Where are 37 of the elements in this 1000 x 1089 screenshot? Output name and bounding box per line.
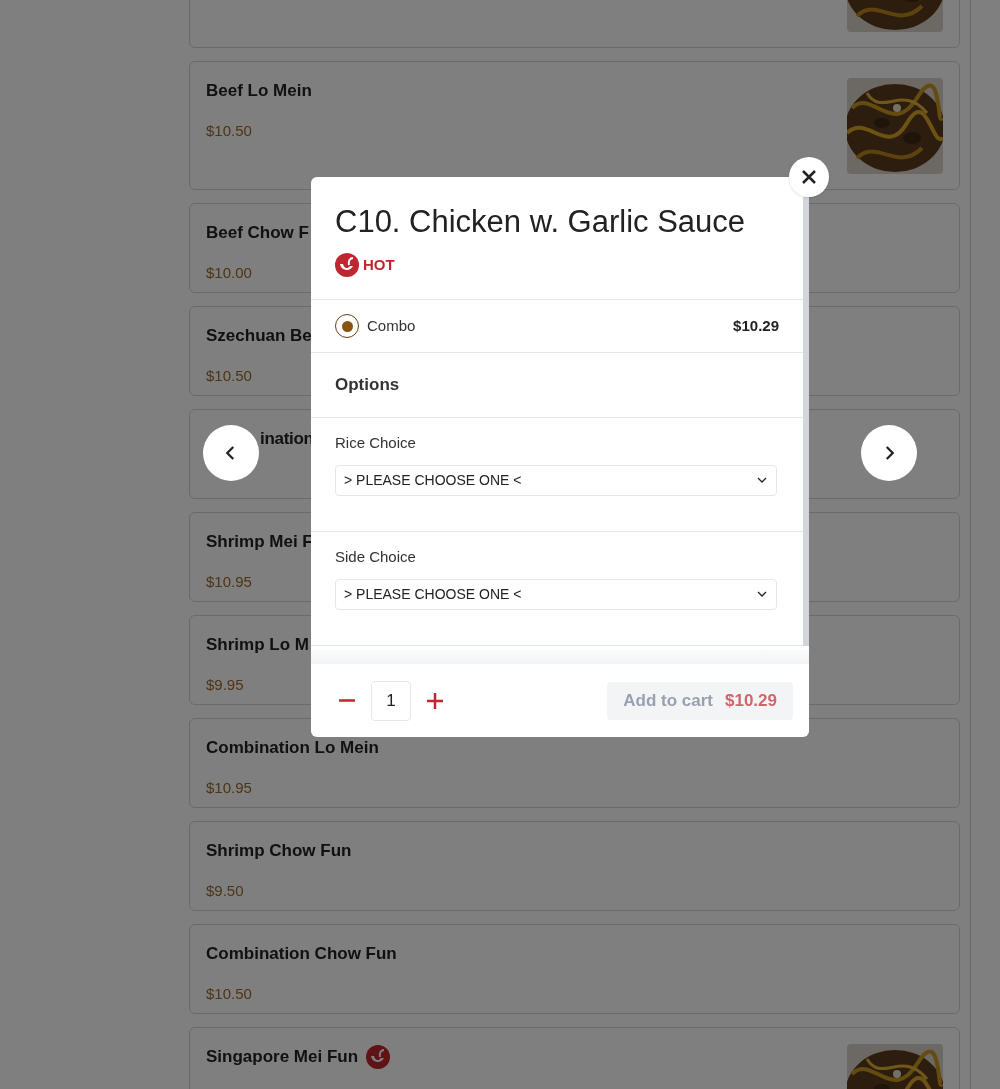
chili-icon bbox=[335, 253, 359, 277]
dish-name: Shrimp Lo M bbox=[206, 634, 309, 656]
quantity-field[interactable]: 1 bbox=[371, 680, 411, 721]
dialog-title: C10. Chicken w. Garlic Sauce bbox=[335, 203, 747, 241]
hot-label: HOT bbox=[363, 254, 395, 275]
options-heading: Options bbox=[335, 374, 400, 397]
scrollbar[interactable] bbox=[803, 197, 809, 646]
option-label: Rice Choice bbox=[335, 433, 417, 453]
chili-icon bbox=[366, 1044, 391, 1069]
dish-name: Shrimp Chow Fun bbox=[206, 840, 352, 862]
choice-dropdown[interactable]: > PLEASE CHOOSE ONE < bbox=[335, 578, 777, 610]
option-label: Side Choice bbox=[335, 547, 417, 567]
close-icon bbox=[802, 170, 816, 184]
size-option[interactable]: Combo $10.29 bbox=[311, 300, 803, 353]
menu-card[interactable]: Beef Lo Mein $10.50 bbox=[189, 61, 960, 190]
minus-icon bbox=[338, 699, 356, 702]
dish-price: $10.95 bbox=[206, 571, 253, 592]
dish-price: $10.00 bbox=[206, 262, 253, 283]
dish-price: $10.50 bbox=[206, 365, 253, 386]
dish-name: Singapore Mei Fun bbox=[206, 1046, 359, 1068]
size-price: $10.29 bbox=[733, 315, 779, 336]
choice-dropdown[interactable]: > PLEASE CHOOSE ONE < bbox=[335, 464, 777, 496]
dish-price: $9.50 bbox=[206, 880, 245, 901]
dish-name: Combination Chow Fun bbox=[206, 943, 397, 965]
dish-price: $10.50 bbox=[206, 120, 253, 141]
dish-name: Szechuan Be bbox=[206, 325, 312, 347]
size-label: Combo bbox=[367, 315, 416, 336]
dish-name: Beef Lo Mein bbox=[206, 80, 312, 102]
menu-card[interactable]: Shrimp Chow Fun $9.50 bbox=[189, 821, 960, 911]
dish-price: $10.50 bbox=[206, 983, 253, 1004]
dish-price: $10.95 bbox=[206, 777, 253, 798]
dish-name: Beef Chow F bbox=[206, 222, 309, 244]
dish-price: $9.95 bbox=[206, 674, 245, 695]
dish-name: Combination Lo Mein bbox=[206, 737, 379, 759]
menu-card[interactable]: Singapore Mei Fun bbox=[189, 1027, 960, 1089]
menu-card[interactable]: Combination Chow Fun $10.50 bbox=[189, 924, 960, 1014]
plus-icon bbox=[426, 691, 444, 710]
